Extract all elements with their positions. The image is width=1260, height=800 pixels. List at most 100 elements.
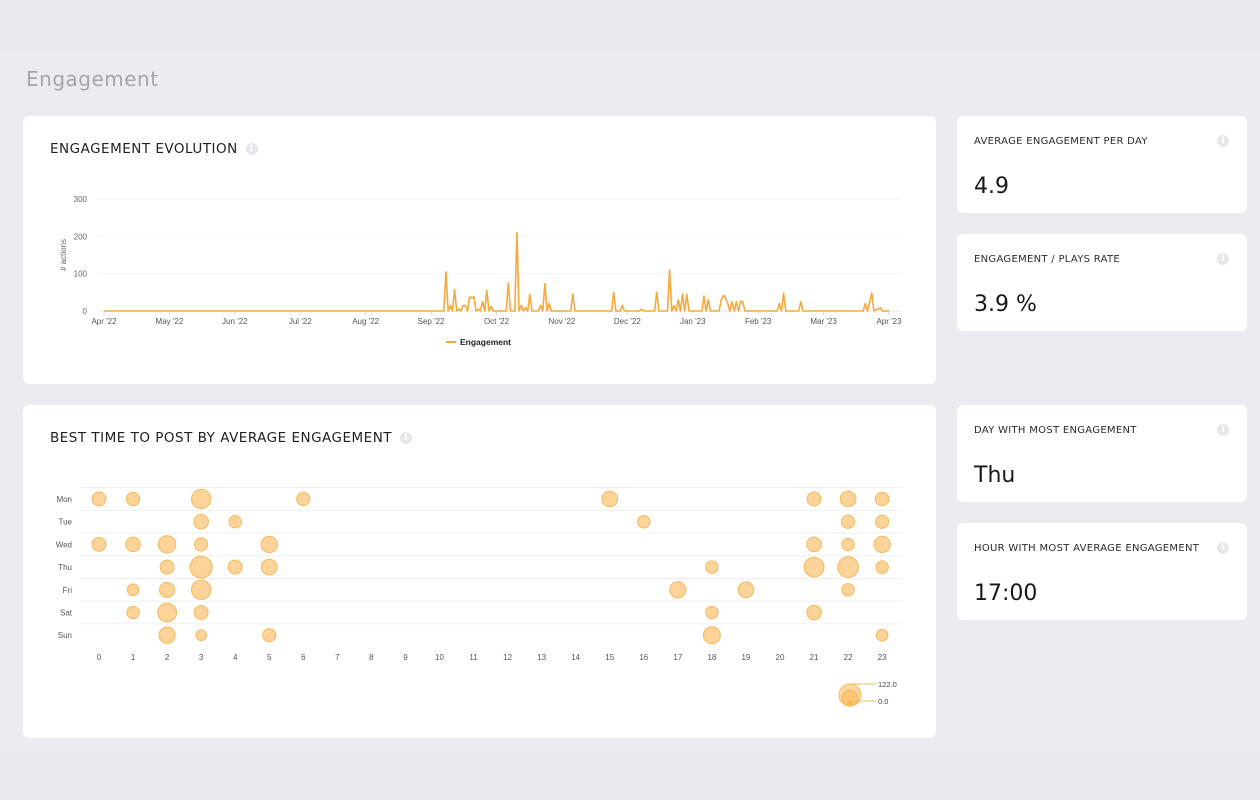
x-tick-label: 9 — [403, 653, 408, 662]
bubble-point — [806, 491, 822, 507]
bubble-point — [737, 581, 755, 599]
bubble-point — [260, 558, 278, 576]
bubble-point — [190, 488, 212, 510]
bubble-point — [806, 604, 822, 621]
x-tick-label: Apr '23 — [876, 317, 902, 326]
bubble-point — [190, 579, 212, 600]
y-tick-label: Mon — [56, 495, 72, 504]
x-tick-label: 7 — [335, 653, 340, 662]
bubble-point — [91, 536, 107, 552]
x-tick-label: 22 — [844, 653, 853, 662]
bubble-point — [839, 490, 857, 508]
x-tick-label: Dec '22 — [614, 317, 641, 326]
x-tick-label: 6 — [301, 653, 306, 662]
bubble-point — [193, 605, 209, 620]
bubble-point — [157, 535, 177, 554]
x-tick-label: Jun '22 — [222, 317, 248, 326]
size-legend-max-label: 122.0 — [878, 680, 897, 689]
x-tick-label: 23 — [878, 653, 887, 662]
bubble-point — [875, 628, 889, 642]
x-tick-label: Aug '22 — [352, 317, 379, 326]
x-tick-label: 10 — [435, 653, 444, 662]
bubble-point — [125, 491, 141, 507]
x-tick-label: 18 — [707, 653, 716, 662]
info-icon[interactable]: i — [1217, 542, 1229, 554]
y-tick-label: 200 — [74, 232, 88, 241]
bubble-point — [260, 535, 278, 554]
bubble-point — [195, 629, 207, 642]
kpi-label: AVERAGE ENGAGEMENT PER DAY — [974, 136, 1148, 147]
kpi-value: 17:00 — [974, 581, 1038, 606]
best-time-bubble-chart: MonTueWedThuFriSatSun0 1 2 3 4 5 6 7 8 9 10 11 12 13 1… — [56, 487, 902, 707]
x-tick-label: 17 — [673, 653, 682, 662]
x-tick-label: 4 — [233, 653, 238, 662]
bubble-point — [873, 535, 891, 554]
info-icon[interactable]: i — [1217, 253, 1229, 265]
bubble-point — [705, 560, 719, 574]
bubble-point — [296, 491, 311, 507]
x-tick-label: 19 — [741, 653, 750, 662]
bubble-point — [875, 560, 889, 574]
x-tick-label: Nov '22 — [548, 317, 575, 326]
x-tick-label: 1 — [131, 653, 136, 662]
engagement-line-chart: 0 100 200 300 # actions Apr '22 May '22 Jun '22… — [59, 195, 902, 347]
x-tick-label: Apr '22 — [91, 317, 117, 326]
bubble-point — [159, 581, 176, 598]
kpi-card-best-day: DAY WITH MOST ENGAGEMENT i Thu — [957, 405, 1247, 502]
kpi-value: Thu — [974, 463, 1016, 488]
x-tick-label: 0 — [97, 653, 102, 662]
bubble-point — [601, 490, 619, 508]
bubble-point — [194, 537, 209, 552]
bubble-point — [874, 491, 890, 507]
bubble-point — [262, 628, 277, 643]
kpi-card-avg-engagement: AVERAGE ENGAGEMENT PER DAY i 4.9 — [957, 116, 1247, 213]
kpi-card-best-hour: HOUR WITH MOST AVERAGE ENGAGEMENT i 17:0… — [957, 523, 1247, 620]
y-tick-label: 300 — [74, 195, 88, 204]
kpi-value: 3.9 % — [974, 292, 1037, 317]
info-icon[interactable]: i — [1217, 135, 1229, 147]
x-tick-label: 21 — [810, 653, 819, 662]
x-tick-label: 16 — [639, 653, 648, 662]
series-line-engagement — [104, 231, 889, 312]
legend-label: Engagement — [460, 337, 511, 347]
y-tick-label: Sat — [60, 609, 73, 618]
info-icon[interactable]: i — [1217, 424, 1229, 436]
bubble-point — [702, 626, 721, 645]
bubble-point — [157, 602, 178, 623]
x-tick-label: Sep '22 — [418, 317, 445, 326]
bubble-point — [189, 555, 213, 579]
x-tick-label: 8 — [369, 653, 374, 662]
x-tick-label: 15 — [605, 653, 614, 662]
page-title: Engagement — [26, 67, 159, 91]
bubble-point — [158, 626, 176, 644]
bubble-point — [126, 605, 140, 620]
x-tick-label: Jul '22 — [289, 317, 312, 326]
bubble-point — [126, 583, 140, 597]
size-legend-min-label: 0.0 — [878, 697, 888, 706]
bubble-point — [841, 537, 855, 552]
kpi-card-plays-rate: ENGAGEMENT / PLAYS RATE i 3.9 % — [957, 234, 1247, 331]
bubble-point — [669, 581, 687, 599]
top-bar — [0, 0, 1260, 52]
bubble-point — [705, 605, 719, 620]
x-tick-label: Oct '22 — [484, 317, 510, 326]
kpi-label: HOUR WITH MOST AVERAGE ENGAGEMENT — [974, 543, 1200, 554]
x-tick-label: 13 — [537, 653, 546, 662]
x-tick-label: 12 — [503, 653, 512, 662]
y-tick-label: Fri — [63, 586, 73, 595]
bubble-point — [91, 491, 107, 507]
y-tick-label: 100 — [74, 270, 88, 279]
x-tick-label: Jan '23 — [680, 317, 706, 326]
bubble-point — [193, 513, 209, 530]
bubble-point — [637, 514, 651, 529]
y-tick-label: Thu — [58, 563, 72, 572]
bubble-point — [841, 514, 856, 529]
kpi-label: DAY WITH MOST ENGAGEMENT — [974, 425, 1137, 436]
y-tick-label: Wed — [56, 540, 72, 549]
x-tick-label: 3 — [199, 653, 204, 662]
bubble-point — [227, 559, 243, 575]
bubble-point — [125, 536, 141, 553]
x-tick-label: 2 — [165, 653, 170, 662]
bubble-point — [841, 583, 855, 597]
y-tick-label: Sun — [58, 631, 72, 640]
